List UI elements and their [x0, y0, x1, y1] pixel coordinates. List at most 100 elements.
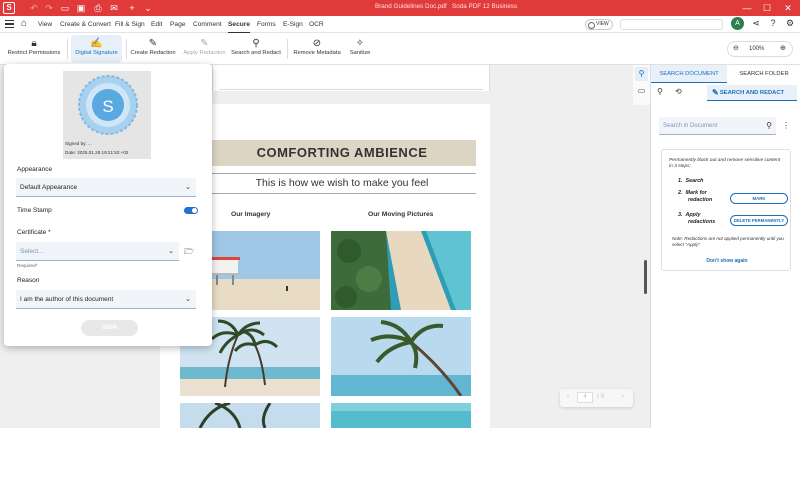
bottom-blank-area — [0, 428, 800, 500]
timestamp-label: Time Stamp — [17, 207, 52, 214]
menu-create-convert[interactable]: Create & Convert — [60, 16, 111, 33]
step-apply: 3. Apply redactions — [678, 212, 716, 225]
settings-icon[interactable]: ⚙ — [784, 18, 796, 29]
menu-ocr[interactable]: OCR — [309, 16, 324, 33]
remove-metadata-icon: ⊘ — [312, 38, 322, 49]
sanitize-label: Sanitize — [349, 50, 371, 56]
restrict-permissions-button[interactable]: 🔒︎ Restrict Permissions — [6, 35, 62, 63]
search-panel: SEARCH DOCUMENT SEARCH FOLDER ⚲ ⟲ ✎ SEAR… — [650, 65, 800, 428]
browse-folder-icon[interactable]: 🗁 — [184, 246, 194, 260]
appearance-value: Default Appearance — [20, 184, 78, 191]
redaction-icon: ✎ — [148, 38, 158, 49]
signed-by-text: Signed by: ... — [65, 141, 92, 146]
sign-button[interactable]: SIGN — [81, 320, 138, 336]
zoom-in-button[interactable]: ⊕ — [780, 44, 786, 52]
signature-seal-icon: S — [78, 75, 138, 135]
menu-page[interactable]: Page — [170, 16, 185, 33]
avatar[interactable]: A — [731, 17, 744, 30]
signature-preview: S Signed by: ... Date: 2025.01.28 19:21:… — [63, 71, 151, 159]
remove-metadata-button[interactable]: ⊘ Remove Metadata — [293, 35, 341, 63]
zoom-level[interactable]: 100% — [749, 46, 764, 52]
document-scrollbar[interactable] — [644, 260, 647, 294]
chevron-down-icon: ⌄ — [185, 184, 191, 191]
mark-button[interactable]: MARK — [730, 193, 788, 204]
view-toggle[interactable]: VIEW — [585, 19, 613, 30]
new-icon[interactable]: + — [125, 1, 139, 15]
apply-redaction-button[interactable]: ✎ Apply Redaction — [182, 35, 227, 63]
zoom-out-button[interactable]: ⊖ — [733, 44, 739, 52]
print-icon[interactable]: ⎙ — [91, 1, 105, 15]
signature-date-text: Date: 2025.01.28 19:21:53 +02 — [65, 150, 129, 155]
menu-secure[interactable]: Secure — [228, 16, 250, 33]
delete-permanently-button[interactable]: DELETE PERMANENTLY — [730, 215, 788, 226]
menu-bar: ⌂ View Create & Convert Fill & Sign Edit… — [0, 16, 800, 33]
chevron-down-icon[interactable]: ⌄ — [141, 1, 155, 15]
toolbar-ribbon: 🔒︎ Restrict Permissions ✍ Digital Signat… — [0, 33, 800, 65]
page-navigator: ‹ 4 / 5 › — [560, 389, 633, 407]
document-title: Brand Guidelines Doc.pdf — [375, 3, 447, 10]
restrict-permissions-label: Restrict Permissions — [7, 50, 61, 56]
chevron-down-icon: ⌄ — [168, 248, 174, 255]
dont-show-again-link[interactable]: Don't show again — [662, 258, 792, 264]
menu-forms[interactable]: Forms — [257, 16, 276, 33]
menu-edit[interactable]: Edit — [151, 16, 162, 33]
digital-signature-panel: S Signed by: ... Date: 2025.01.28 19:21:… — [4, 64, 212, 346]
title-bar: S ↶ ↷ ▭ ▣ ⎙ ✉ + ⌄ Brand Guidelines Doc.p… — [0, 0, 800, 16]
help-icon[interactable]: ? — [767, 18, 779, 28]
app-logo[interactable]: S — [3, 2, 15, 14]
menu-comment[interactable]: Comment — [193, 16, 222, 33]
ribbon-separator — [67, 39, 68, 59]
aerial-beach-photo — [331, 231, 471, 310]
create-redaction-button[interactable]: ✎ Create Redaction — [130, 35, 176, 63]
timestamp-toggle[interactable] — [184, 207, 198, 214]
menu-esign[interactable]: E-Sign — [283, 16, 303, 33]
chevron-down-icon: ⌄ — [185, 296, 191, 303]
folder-panel-icon[interactable]: ▭ — [635, 84, 648, 98]
search-icon[interactable]: ⚲ — [766, 117, 772, 135]
search-and-redact-button[interactable]: ⚲ Search and Redact — [231, 35, 281, 63]
undo-icon[interactable]: ↶ — [27, 1, 41, 15]
required-hint: Required* — [17, 263, 38, 268]
redaction-intro: Permanently black out and remove sensiti… — [669, 158, 781, 169]
appearance-select[interactable]: Default Appearance ⌄ — [16, 178, 196, 197]
appearance-label: Appearance — [17, 166, 53, 173]
sanitize-button[interactable]: ✧ Sanitize — [346, 35, 374, 63]
share-icon[interactable]: ⋖ — [750, 18, 762, 29]
leaning-palm-photo — [331, 317, 471, 396]
apply-redaction-icon: ✎ — [200, 38, 209, 49]
prev-page-button[interactable]: ‹ — [567, 394, 569, 400]
next-page-button[interactable]: › — [622, 394, 624, 400]
search-icon[interactable]: ⚲ — [657, 87, 663, 96]
tab-search-document[interactable]: SEARCH DOCUMENT — [651, 65, 727, 83]
maximize-button[interactable]: ☐ — [757, 0, 777, 16]
page-number-input[interactable]: 4 — [577, 392, 593, 403]
tab-search-and-redact[interactable]: ✎ SEARCH AND REDACT — [707, 85, 797, 101]
search-panel-icon[interactable]: ⚲ — [635, 67, 648, 81]
close-button[interactable]: ✕ — [778, 0, 798, 16]
menu-view[interactable]: View — [38, 16, 52, 33]
reason-select[interactable]: I am the author of this document ⌄ — [16, 290, 196, 309]
more-options-icon[interactable]: ⋮ — [782, 121, 790, 130]
remove-metadata-label: Remove Metadata — [293, 50, 341, 56]
advanced-search-icon[interactable]: ⟲ — [675, 87, 682, 96]
minimize-button[interactable]: — — [737, 0, 757, 16]
home-icon[interactable]: ⌂ — [21, 18, 27, 29]
search-icon: ⚲ — [252, 38, 260, 49]
digital-signature-button[interactable]: ✍ Digital Signature — [71, 35, 122, 63]
title-separator: - — [441, 3, 444, 10]
open-folder-icon[interactable]: ▭ — [58, 1, 72, 15]
step-search: 1. Search — [678, 178, 704, 184]
email-icon[interactable]: ✉ — [107, 1, 121, 15]
redo-icon[interactable]: ↷ — [42, 1, 56, 15]
apply-redaction-label: Apply Redaction — [183, 50, 226, 56]
save-icon[interactable]: ▣ — [74, 1, 88, 15]
search-and-redact-tab-label: SEARCH AND REDACT — [719, 90, 785, 96]
certificate-select[interactable]: Select... ⌄ — [16, 242, 179, 261]
global-search-input[interactable] — [620, 19, 723, 30]
menu-fill-sign[interactable]: Fill & Sign — [115, 16, 145, 33]
document-search-input[interactable]: Search in Document ⚲ — [659, 117, 776, 135]
digital-signature-label: Digital Signature — [75, 50, 118, 56]
tab-search-folder[interactable]: SEARCH FOLDER — [727, 65, 800, 83]
sanitize-icon: ✧ — [355, 38, 365, 49]
hamburger-menu-icon[interactable] — [5, 20, 14, 28]
